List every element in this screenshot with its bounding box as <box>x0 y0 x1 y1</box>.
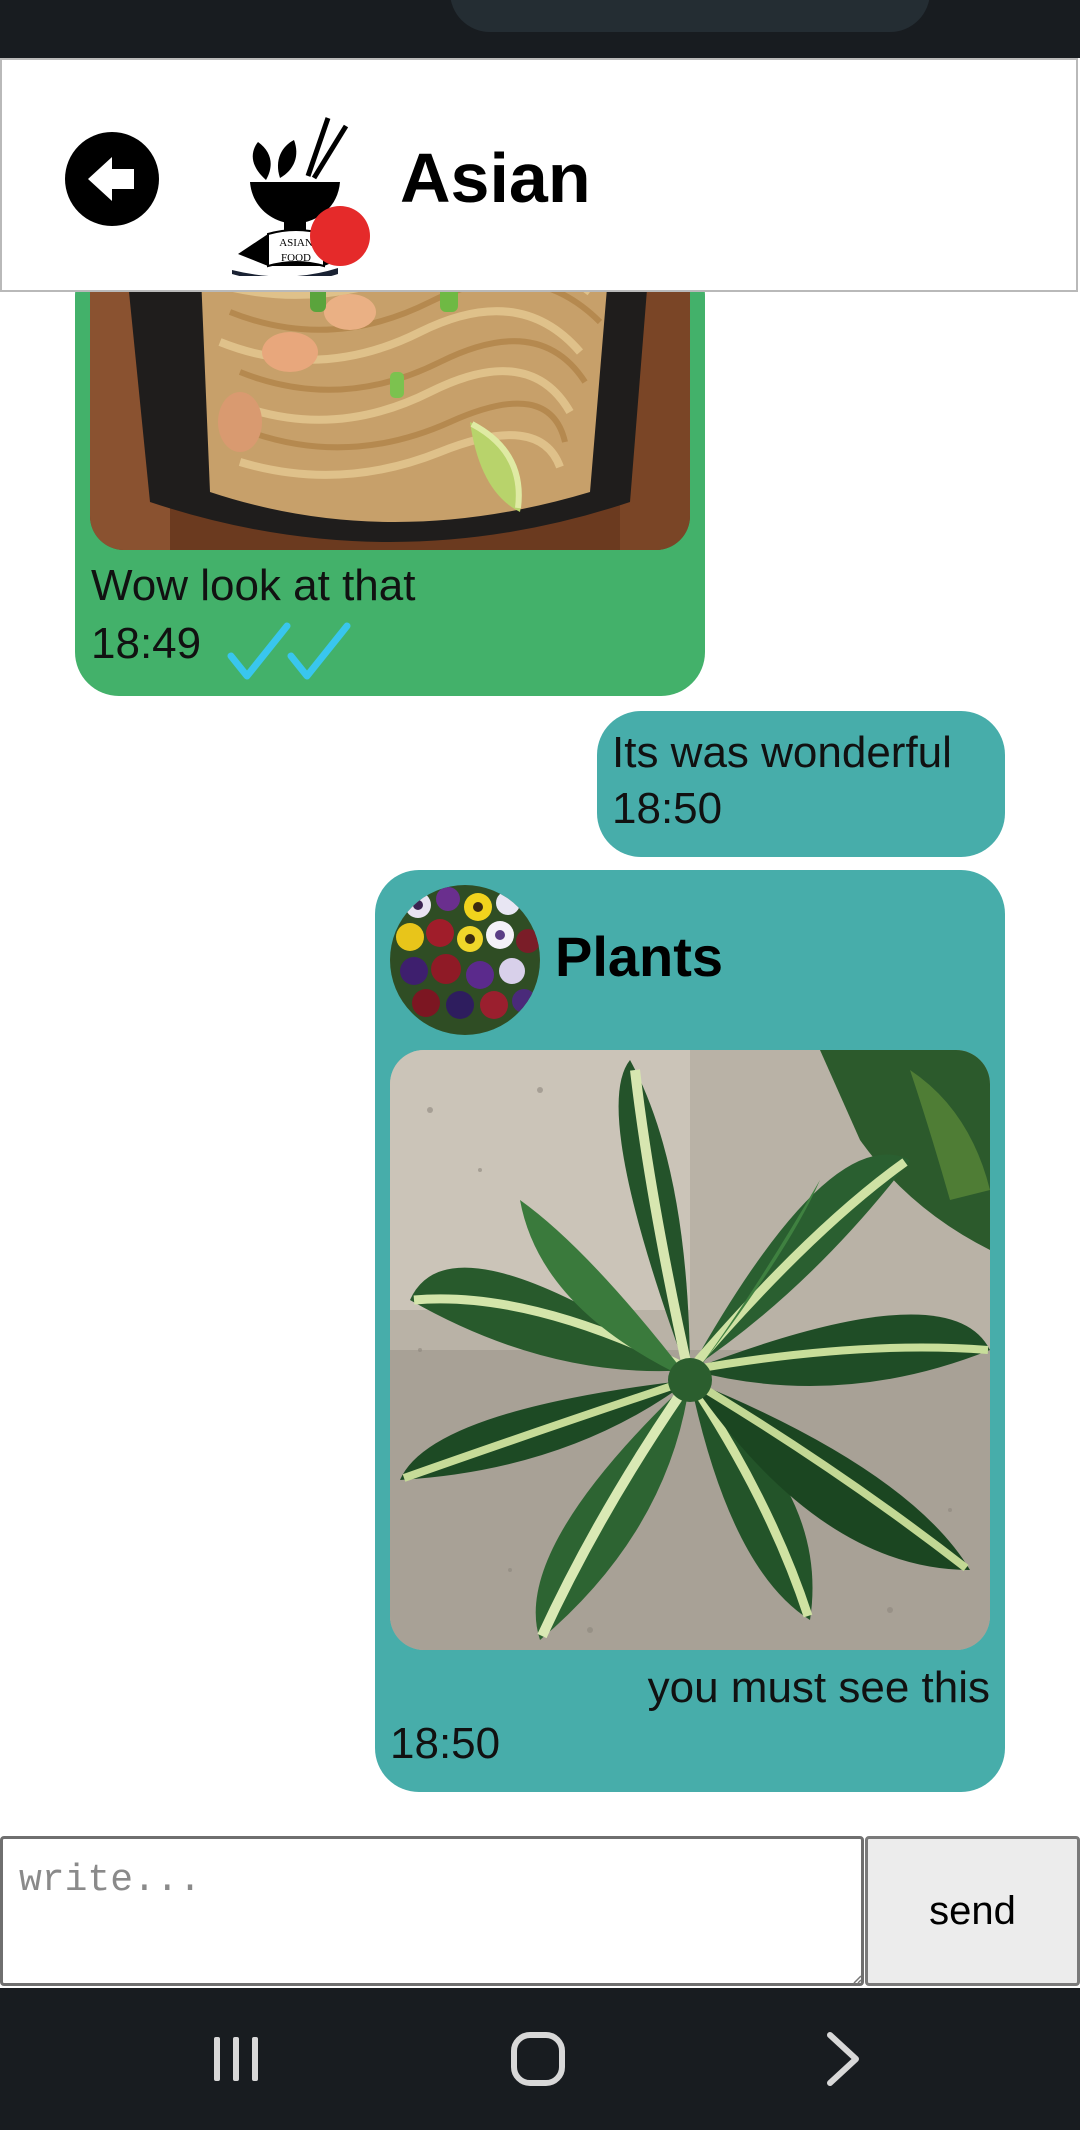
recents-button[interactable] <box>136 1988 336 2130</box>
back-button[interactable] <box>65 132 159 226</box>
logo-text-bottom: FOOD <box>281 252 311 264</box>
home-button[interactable] <box>438 1988 638 2130</box>
message-image-noodles[interactable] <box>90 292 690 550</box>
send-button[interactable]: send <box>865 1836 1080 1986</box>
home-icon <box>511 2032 565 2086</box>
unread-indicator <box>310 206 370 266</box>
system-nav-bar <box>0 1988 1080 2130</box>
message-input[interactable] <box>0 1836 864 1986</box>
chat-header: ASIAN FOOD Asian <box>0 58 1078 292</box>
message-time: 18:50 <box>390 1719 501 1768</box>
message-list[interactable]: Wow look at that 18:49 Its was wonderful… <box>0 292 1080 1832</box>
double-check-icon <box>227 622 351 680</box>
nav-back-button[interactable] <box>742 1988 942 2130</box>
post-group-avatar[interactable] <box>390 885 540 1035</box>
message-time: 18:49 <box>91 619 202 668</box>
message-text: Its was wonderful <box>612 728 952 777</box>
message-text: Wow look at that <box>91 561 416 610</box>
message-time: 18:50 <box>612 784 723 833</box>
message-bubble-sent[interactable]: Its was wonderful 18:50 <box>597 711 1005 857</box>
arrow-left-circle-icon <box>88 157 134 201</box>
resize-grip-icon[interactable] <box>852 1974 862 1984</box>
logo-text-top: ASIAN <box>279 237 313 249</box>
message-text: you must see this <box>647 1663 990 1712</box>
camera-notch <box>450 0 930 32</box>
message-bubble-received[interactable]: Wow look at that 18:49 <box>75 292 705 696</box>
post-title: Plants <box>555 925 724 988</box>
plant-photo <box>390 1050 990 1650</box>
noodles-photo <box>90 292 690 550</box>
chat-title: Asian <box>400 139 591 217</box>
pansies-photo <box>390 885 540 1035</box>
recents-icon <box>214 2037 258 2081</box>
post-image-plant[interactable] <box>390 1050 990 1650</box>
chevron-right-icon <box>827 2032 859 2086</box>
composer: send <box>0 1836 1080 1986</box>
status-bar <box>0 0 1080 58</box>
shared-post-bubble[interactable]: Plants you must see this 18:50 <box>375 870 1005 1792</box>
chat-screen: ASIAN FOOD Asian Wow look at that 18:49 … <box>0 0 1080 2130</box>
